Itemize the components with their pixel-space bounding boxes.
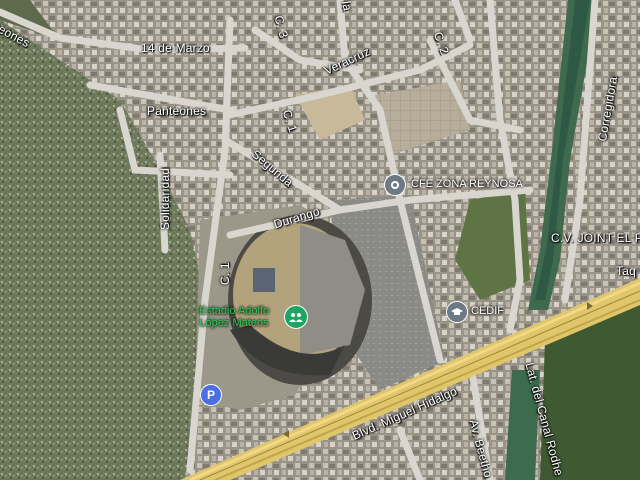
street-label-solidaridad: Solidaridad [158, 167, 172, 230]
street-label-panteones: Panteones [147, 104, 207, 118]
location-pin-icon[interactable] [384, 174, 406, 196]
satellite-map[interactable]: Panteones 14 de Marzo Panteones Veracruz… [0, 0, 640, 480]
place-label-estadio-line1: Estadio Adolfo [198, 305, 270, 317]
street-label-la-top: la [339, 0, 355, 13]
parking-icon-label: P [206, 388, 215, 402]
place-label-estadio[interactable]: Estadio Adolfo López Mateos [186, 305, 282, 329]
graduation-cap-icon[interactable] [446, 301, 468, 323]
street-label-joint: C.V. JOINT EL P [551, 231, 640, 245]
street-label-14-de-marzo: 14 de Marzo [141, 41, 210, 55]
street-label-c1-left: C. 1 [218, 262, 232, 285]
place-label-cedif[interactable]: CEDIF [471, 305, 504, 317]
stadium-icon[interactable] [284, 305, 308, 329]
street-label-taq: Taq [616, 264, 636, 278]
place-label-estadio-line2: López Mateos [199, 317, 269, 329]
place-label-cfe[interactable]: CFE ZONA REYNOSA [411, 178, 523, 190]
parking-icon[interactable]: P [200, 384, 222, 406]
